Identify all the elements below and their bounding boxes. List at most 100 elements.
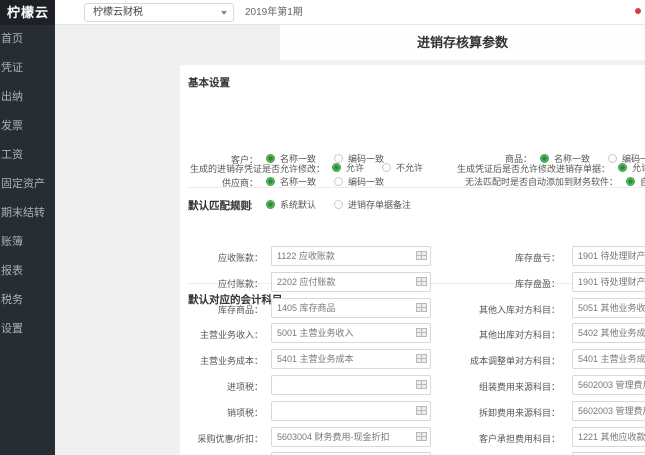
account-field-label: 客户承担费用科目： — [420, 432, 560, 445]
account-input[interactable]: 1901 待处理财产损溢 — [572, 246, 645, 266]
account-field-label: 采购优惠/折扣： — [188, 432, 263, 445]
matching-rule-label: 摘要： — [188, 199, 258, 212]
account-input[interactable] — [271, 401, 431, 421]
account-field-label: 组装费用来源科目： — [420, 380, 560, 393]
radio-option[interactable]: 系统默认 — [266, 198, 316, 211]
radio-unselected-icon[interactable] — [334, 177, 343, 186]
settings-card: 基本设置 生成的进销存凭证是否允许修改：允许不允许生成凭证后是否允许修改进销存单… — [180, 65, 645, 455]
account-input[interactable]: 1122 应收账款 — [271, 246, 431, 266]
radio-unselected-icon[interactable] — [334, 200, 343, 209]
account-field-label: 主营业务收入： — [188, 328, 263, 341]
sidebar-item[interactable]: 首页 — [0, 25, 55, 54]
account-field-label: 应付账款： — [188, 277, 263, 290]
sidebar-item[interactable]: 账簿 — [0, 228, 55, 257]
sidebar-item[interactable]: 凭证 — [0, 54, 55, 83]
sidebar-item[interactable]: 税务 — [0, 286, 55, 315]
account-input[interactable] — [271, 375, 431, 395]
account-input-value: 1221 其他应收款 — [578, 428, 645, 447]
account-input-value: 5402 其他业务成本 — [578, 324, 645, 343]
radio-option[interactable]: 名称一致 — [540, 152, 590, 165]
radio-option-label: 编码一致 — [348, 175, 384, 188]
account-input[interactable]: 1405 库存商品 — [271, 298, 431, 318]
account-field-label: 库存商品： — [188, 303, 263, 316]
radio-option-label: 名称一致 — [280, 152, 316, 165]
account-field-label: 其他出库对方科目： — [420, 328, 560, 341]
radio-option-label: 编码一致 — [348, 152, 384, 165]
account-input-value: 5602003 管理费用-办 — [578, 402, 645, 421]
radio-option[interactable]: 名称一致 — [266, 175, 316, 188]
radio-option[interactable]: 编码一致 — [608, 152, 645, 165]
account-input-value: 5602003 管理费用-办 — [578, 376, 645, 395]
sidebar-item[interactable]: 报表 — [0, 257, 55, 286]
matching-rule-radios: 商品： 名称一致 编码一致 — [505, 151, 645, 166]
sidebar-item[interactable]: 期末结转 — [0, 199, 55, 228]
account-input-value: 1405 库存商品 — [277, 299, 336, 318]
account-field-label: 进项税： — [188, 380, 263, 393]
account-input[interactable]: 5602003 管理费用-办 — [572, 401, 645, 421]
account-field-label: 成本调整单对方科目： — [420, 354, 560, 367]
radio-option[interactable]: 名称一致 — [266, 152, 316, 165]
radio-unselected-icon[interactable] — [334, 154, 343, 163]
title-band: 进销存核算参数 — [280, 25, 645, 60]
radio-selected-icon[interactable] — [540, 154, 549, 163]
account-input-value: 1901 待处理财产损溢 — [578, 247, 645, 266]
account-input[interactable]: 5401 主营业务成本 — [572, 349, 645, 369]
radio-option[interactable]: 编码一致 — [334, 152, 384, 165]
radio-option[interactable]: 自动添加 — [626, 175, 645, 188]
account-field-label: 库存盘盈： — [420, 277, 560, 290]
page-title: 进销存核算参数 — [280, 25, 645, 60]
account-input[interactable]: 5001 主营业务收入 — [271, 323, 431, 343]
account-input[interactable]: 5401 主营业务成本 — [271, 349, 431, 369]
sidebar-item[interactable]: 工资 — [0, 141, 55, 170]
radio-selected-icon[interactable] — [266, 200, 275, 209]
account-input[interactable]: 1221 其他应收款 — [572, 427, 645, 447]
radio-option-label: 编码一致 — [622, 152, 645, 165]
sidebar-item[interactable]: 设置 — [0, 315, 55, 344]
radio-selected-icon[interactable] — [626, 177, 635, 186]
account-input[interactable]: 2202 应付账款 — [271, 272, 431, 292]
account-field-label: 主营业务成本： — [188, 354, 263, 367]
account-input[interactable]: 5602003 管理费用-办 — [572, 375, 645, 395]
account-field-label: 库存盘亏： — [420, 251, 560, 264]
account-input-value: 5001 主营业务收入 — [277, 324, 354, 343]
matching-rule-radios: 系统默认 进销存单据备注 — [266, 197, 429, 212]
radio-option[interactable]: 编码一致 — [334, 175, 384, 188]
radio-option-label: 进销存单据备注 — [348, 198, 411, 211]
matching-rule-label: 供应商： — [188, 176, 258, 189]
account-input[interactable]: 1901 待处理财产损溢 — [572, 272, 645, 292]
account-input[interactable]: 5603004 财务费用-现金折扣 — [271, 427, 431, 447]
radio-unselected-icon[interactable] — [608, 154, 617, 163]
matching-rule-label: 无法匹配时是否自动添加到财务软件： — [465, 175, 618, 188]
matching-rule-label: 商品： — [505, 152, 532, 165]
company-select-value: 柠檬云财税 — [93, 7, 143, 18]
radio-option-label: 名称一致 — [554, 152, 590, 165]
notification-dot[interactable] — [635, 8, 641, 14]
sidebar-item[interactable]: 发票 — [0, 112, 55, 141]
radio-selected-icon[interactable] — [266, 154, 275, 163]
account-field-label: 拆卸费用来源科目： — [420, 406, 560, 419]
section-heading-basic: 基本设置 — [188, 75, 230, 90]
account-input-value: 5051 其他业务收入 — [578, 299, 645, 318]
radio-option-label: 名称一致 — [280, 175, 316, 188]
sidebar-item[interactable]: 出纳 — [0, 83, 55, 112]
topbar: 柠檬云 柠檬云财税 2019年第1期 — [0, 0, 645, 25]
account-input[interactable]: 5051 其他业务收入 — [572, 298, 645, 318]
radio-option-label: 自动添加 — [640, 175, 645, 188]
matching-rule-radios: 名称一致 编码一致 — [266, 151, 402, 166]
radio-option-label: 系统默认 — [280, 198, 316, 211]
matching-rule-label: 客户： — [188, 153, 258, 166]
account-input-value: 5603004 财务费用-现金折扣 — [277, 428, 390, 447]
app-window: 柠檬云 柠檬云财税 2019年第1期 首页凭证出纳发票工资固定资产期末结转账簿报… — [0, 0, 645, 455]
sidebar-item[interactable]: 固定资产 — [0, 170, 55, 199]
matching-rule-radios: 名称一致 编码一致 — [266, 174, 402, 189]
account-input-value: 1901 待处理财产损溢 — [578, 273, 645, 292]
sidebar-nav: 首页凭证出纳发票工资固定资产期末结转账簿报表税务设置 — [0, 25, 55, 455]
account-input-value: 1122 应收账款 — [277, 247, 335, 266]
account-input-value: 2202 应付账款 — [277, 273, 336, 292]
radio-option[interactable]: 进销存单据备注 — [334, 198, 411, 211]
company-select[interactable]: 柠檬云财税 — [84, 3, 234, 22]
account-field-label: 应收账款： — [188, 251, 263, 264]
radio-selected-icon[interactable] — [266, 177, 275, 186]
caret-down-icon — [221, 11, 227, 15]
account-input[interactable]: 5402 其他业务成本 — [572, 323, 645, 343]
